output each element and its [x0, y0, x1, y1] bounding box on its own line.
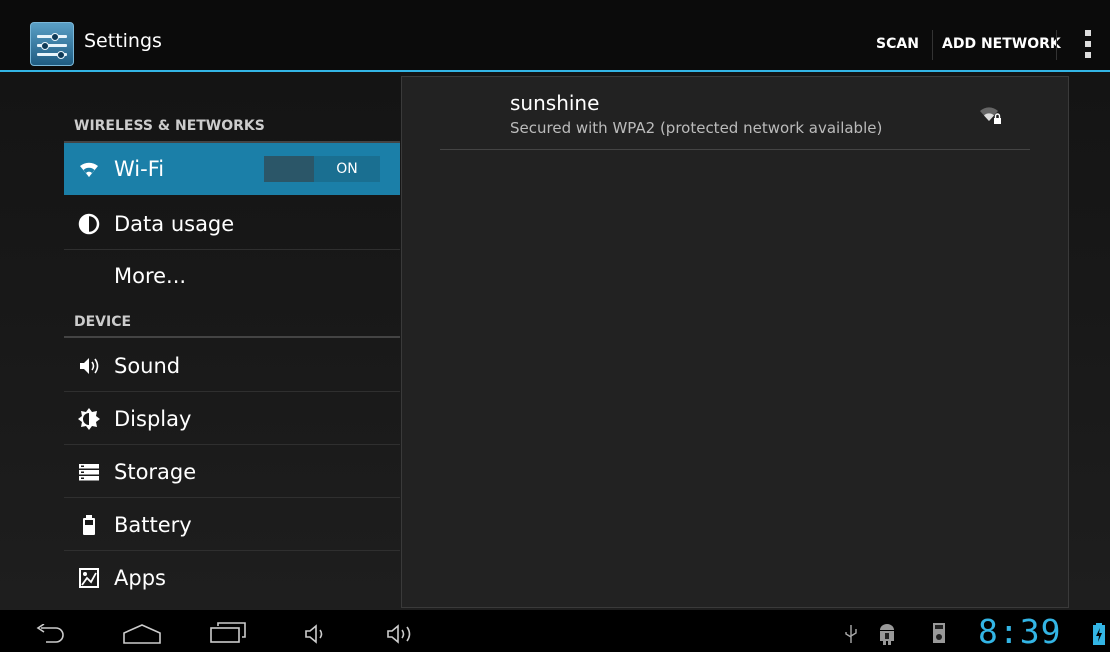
sidebar-item-wifi[interactable]: Wi-Fi ON — [64, 143, 400, 195]
overflow-menu-icon[interactable] — [1084, 30, 1092, 64]
item-divider — [64, 391, 400, 392]
sidebar-item-battery[interactable]: Battery — [64, 499, 400, 551]
sidebar-item-sound[interactable]: Sound — [64, 340, 400, 392]
sidebar-item-more[interactable]: More... — [64, 250, 400, 302]
wifi-network-list: sunshine Secured with WPA2 (protected ne… — [401, 76, 1069, 608]
item-divider — [64, 497, 400, 498]
apps-icon — [79, 568, 99, 588]
recent-apps-icon[interactable] — [210, 622, 246, 646]
volume-up-icon[interactable] — [386, 624, 420, 644]
item-divider — [64, 444, 400, 445]
storage-icon — [79, 464, 99, 481]
section-divider — [64, 336, 400, 338]
sidebar-item-storage[interactable]: Storage — [64, 446, 400, 498]
volume-down-icon[interactable] — [304, 624, 330, 644]
back-icon[interactable] — [34, 624, 66, 644]
battery-icon — [83, 515, 95, 535]
home-icon[interactable] — [122, 624, 162, 644]
sidebar-item-label: Battery — [114, 513, 192, 537]
sidebar-item-label: Apps — [114, 566, 166, 590]
network-ssid: sunshine — [510, 91, 600, 115]
sidebar-item-label: Data usage — [114, 212, 235, 236]
wifi-signal-locked-icon — [980, 107, 1001, 124]
sidebar-item-apps[interactable]: Apps — [64, 552, 400, 604]
wifi-icon — [80, 162, 98, 177]
scan-button[interactable]: SCAN — [876, 22, 919, 62]
sidebar-item-label: Display — [114, 407, 192, 431]
system-bar: 8:39 — [0, 610, 1110, 652]
settings-sidebar: WIRELESS & NETWORKS Wi-Fi ON Data usage — [0, 72, 400, 610]
wifi-toggle[interactable]: ON — [264, 156, 380, 182]
sound-icon — [80, 358, 99, 374]
sidebar-item-label: Sound — [114, 354, 181, 378]
add-network-button[interactable]: ADD NETWORK — [942, 22, 1061, 62]
display-icon — [78, 408, 100, 430]
sidebar-item-label: More... — [114, 264, 187, 288]
settings-content: WIRELESS & NETWORKS Wi-Fi ON Data usage — [0, 72, 1110, 610]
android-debug-icon — [880, 624, 894, 645]
sidebar-item-display[interactable]: Display — [64, 393, 400, 445]
section-header-device: DEVICE — [74, 314, 132, 330]
action-bar: Settings SCAN ADD NETWORK — [0, 0, 1110, 72]
sidebar-item-label: Storage — [114, 460, 197, 484]
sd-card-icon — [933, 623, 945, 643]
action-divider — [1056, 30, 1057, 60]
data-usage-icon — [78, 213, 100, 235]
sidebar-item-data-usage[interactable]: Data usage — [64, 198, 400, 250]
battery-charging-icon — [1093, 623, 1105, 645]
action-divider — [932, 30, 933, 60]
settings-sliders-icon[interactable] — [30, 22, 74, 66]
clock: 8:39 — [978, 612, 1062, 651]
toggle-state-label: ON — [336, 161, 358, 177]
network-divider — [440, 149, 1030, 150]
item-divider — [64, 550, 400, 551]
app-title: Settings — [84, 30, 162, 52]
usb-icon — [845, 625, 857, 643]
section-header-wireless: WIRELESS & NETWORKS — [74, 118, 265, 134]
sidebar-item-label: Wi-Fi — [114, 157, 165, 181]
network-summary: Secured with WPA2 (protected network ava… — [510, 119, 883, 137]
